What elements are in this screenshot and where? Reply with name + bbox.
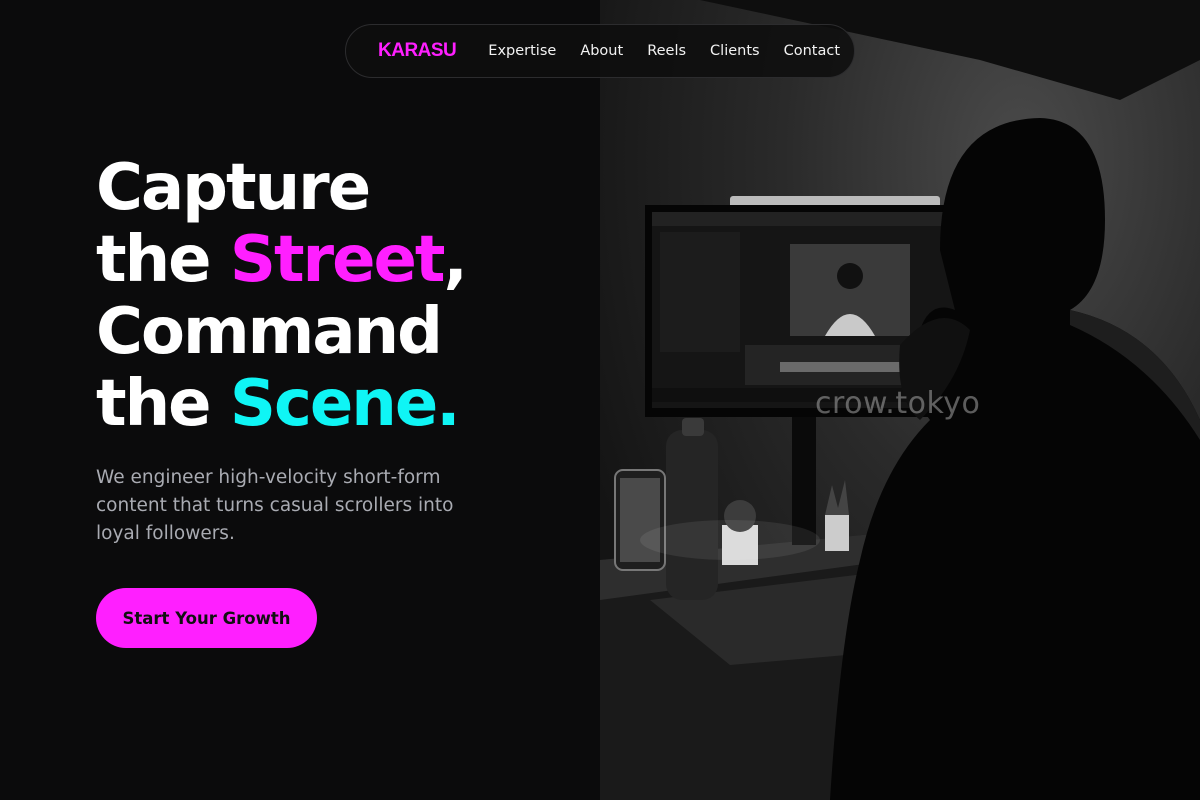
brand-logo[interactable]: KARASU xyxy=(378,40,457,62)
main-nav: KARASU Expertise About Reels Clients Con… xyxy=(345,24,855,78)
headline-word-the-2: the xyxy=(96,367,230,441)
hero-headline: Capture the Street, Command the Scene. xyxy=(96,152,576,440)
nav-link-clients[interactable]: Clients xyxy=(710,43,760,59)
nav-link-reels[interactable]: Reels xyxy=(647,43,686,59)
headline-comma: , xyxy=(443,223,468,297)
hero-subtext: We engineer high-velocity short-form con… xyxy=(96,467,454,544)
start-growth-button[interactable]: Start Your Growth xyxy=(96,588,317,648)
nav-link-expertise[interactable]: Expertise xyxy=(488,43,556,59)
headline-line-3: Command xyxy=(96,295,443,369)
headline-accent-street: Street xyxy=(229,223,446,297)
headline-line-1: Capture xyxy=(96,151,371,225)
headline-word-the: the xyxy=(96,223,230,297)
watermark-text: crow.tokyo xyxy=(815,386,981,421)
nav-links: Expertise About Reels Clients Contact xyxy=(488,43,840,59)
headline-line-2: the Street, xyxy=(96,224,576,296)
headline-period: . xyxy=(436,367,460,441)
headline-line-4: the Scene. xyxy=(96,368,576,440)
headline-accent-scene: Scene xyxy=(229,367,438,441)
nav-link-about[interactable]: About xyxy=(580,43,623,59)
nav-link-contact[interactable]: Contact xyxy=(784,43,840,59)
